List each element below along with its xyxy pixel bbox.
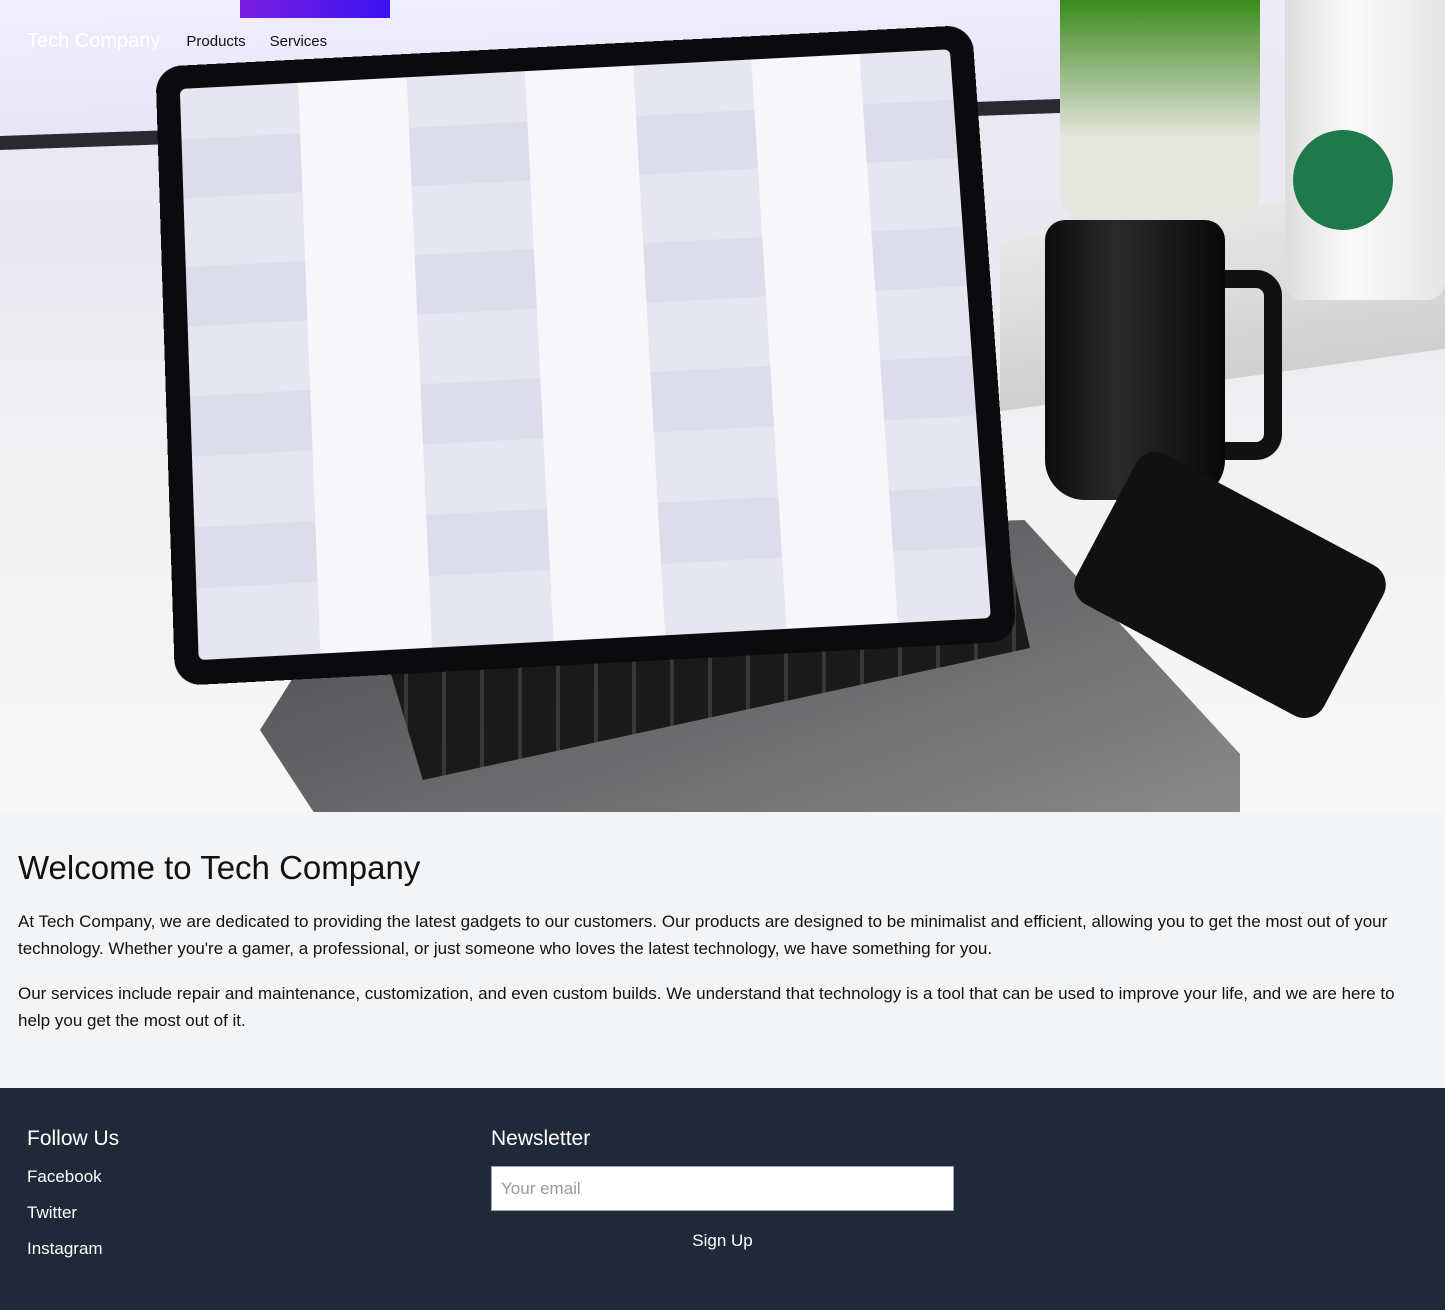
brand-link[interactable]: Tech Company (27, 30, 160, 53)
nav-products[interactable]: Products (186, 33, 245, 50)
cup-logo (1293, 130, 1393, 230)
top-nav: Tech Company Products Services (0, 0, 1445, 82)
footer: Follow Us Facebook Twitter Instagram New… (0, 1088, 1445, 1310)
hero: Tech Company Products Services (0, 0, 1445, 812)
newsletter-section: Newsletter Sign Up (491, 1126, 955, 1310)
mug-shape (1045, 220, 1225, 500)
intro-paragraph: At Tech Company, we are dedicated to pro… (18, 912, 1388, 958)
instagram-link[interactable]: Instagram (27, 1238, 491, 1260)
email-input[interactable] (491, 1166, 954, 1211)
follow-us-section: Follow Us Facebook Twitter Instagram (27, 1126, 491, 1310)
laptop-screen (155, 24, 1017, 687)
newsletter-title: Newsletter (491, 1127, 591, 1150)
nav-services[interactable]: Services (270, 33, 328, 50)
main-content: Welcome to Tech Company At Tech Company,… (0, 812, 1445, 1088)
laptop-screen-content (179, 49, 991, 661)
page-title: Welcome to Tech Company (18, 849, 421, 886)
services-paragraph: Our services include repair and maintena… (18, 984, 1395, 1030)
facebook-link[interactable]: Facebook (27, 1166, 491, 1188)
sign-up-button[interactable]: Sign Up (491, 1231, 954, 1251)
follow-us-title: Follow Us (27, 1127, 120, 1150)
twitter-link[interactable]: Twitter (27, 1202, 491, 1224)
